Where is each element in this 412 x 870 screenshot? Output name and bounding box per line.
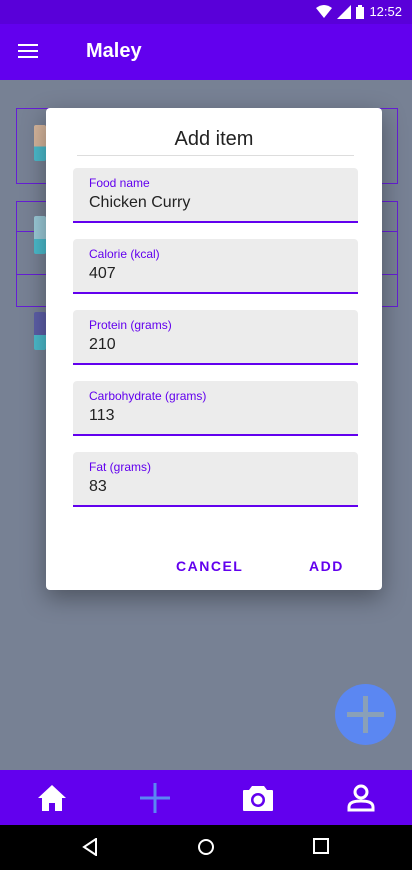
add-fab-button[interactable]: [335, 684, 396, 745]
plus-icon: [139, 782, 170, 813]
add-button[interactable]: ADD: [309, 558, 344, 574]
status-bar: 12:52: [0, 0, 412, 24]
calorie-field[interactable]: Calorie (kcal) 407: [73, 239, 358, 294]
carbohydrate-field[interactable]: Carbohydrate (grams) 113: [73, 381, 358, 436]
nav-profile[interactable]: [309, 770, 412, 825]
field-label: Fat (grams): [89, 460, 152, 474]
home-circle-icon[interactable]: [197, 838, 215, 856]
nav-camera[interactable]: [206, 770, 309, 825]
field-label: Protein (grams): [89, 318, 172, 332]
field-value: 210: [89, 336, 116, 353]
field-label: Carbohydrate (grams): [89, 389, 207, 403]
app-title: Maley: [86, 40, 142, 62]
dialog-divider: [77, 155, 354, 156]
food-name-field[interactable]: Food name Chicken Curry: [73, 168, 358, 223]
bottom-navigation: [0, 770, 412, 825]
field-value: 113: [89, 407, 115, 424]
field-value: 407: [89, 265, 116, 282]
nav-add[interactable]: [103, 770, 206, 825]
camera-icon: [242, 785, 273, 811]
person-icon: [347, 784, 374, 811]
field-label: Calorie (kcal): [89, 247, 160, 261]
add-item-dialog: Add item Food name Chicken Curry Calorie…: [46, 108, 382, 590]
app-bar: Maley: [0, 24, 412, 80]
dialog-title: Add item: [174, 128, 254, 150]
status-time: 12:52: [369, 4, 402, 19]
recents-icon[interactable]: [313, 838, 329, 854]
wifi-icon: [316, 4, 333, 18]
fat-field[interactable]: Fat (grams) 83: [73, 452, 358, 507]
cancel-button[interactable]: CANCEL: [176, 558, 243, 574]
nav-home[interactable]: [0, 770, 103, 825]
field-value: Chicken Curry: [89, 194, 191, 211]
field-label: Food name: [89, 176, 150, 190]
battery-icon: [356, 4, 365, 19]
home-icon: [37, 784, 66, 811]
signal-icon: [337, 4, 352, 19]
protein-field[interactable]: Protein (grams) 210: [73, 310, 358, 365]
back-icon[interactable]: [82, 838, 98, 856]
menu-icon[interactable]: [18, 44, 38, 60]
system-nav-bar: [0, 825, 412, 870]
field-value: 83: [89, 478, 107, 495]
